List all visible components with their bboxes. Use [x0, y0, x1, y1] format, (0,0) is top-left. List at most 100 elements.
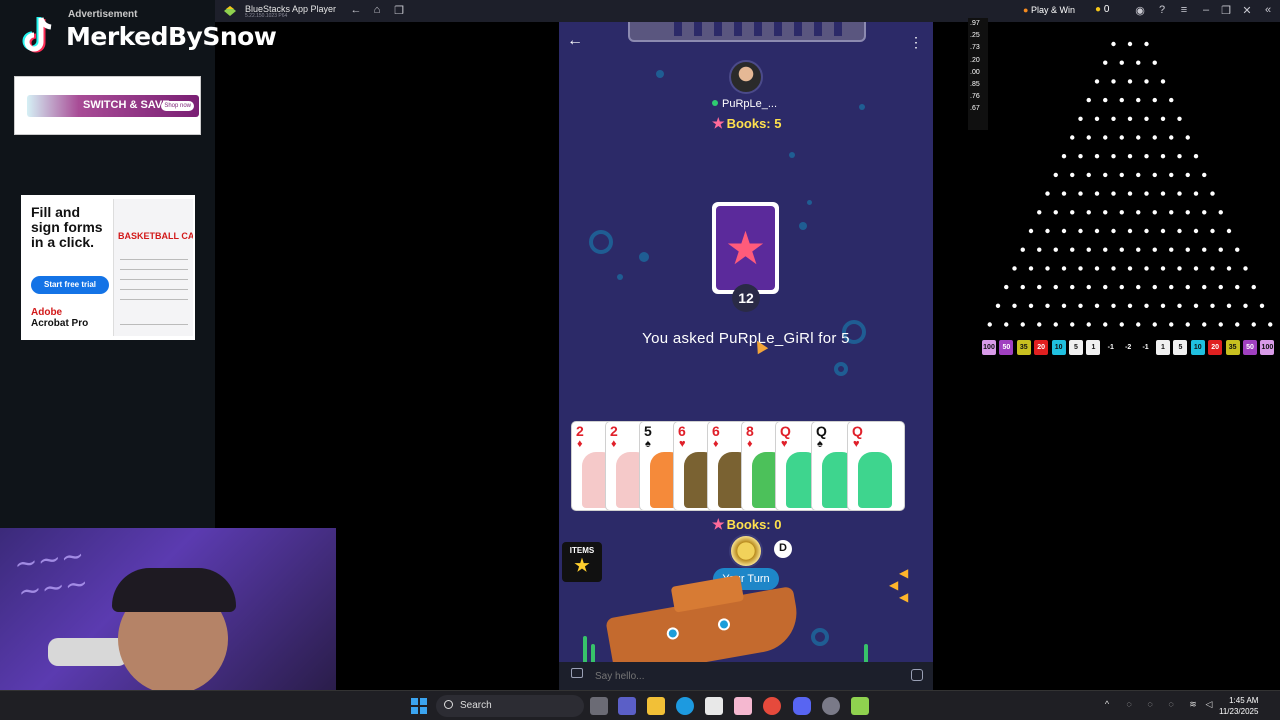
go-fish-game-screen: ← ⋮ PuRpLe_... ★ Books: 5 ★ 12 You asked … [559, 22, 933, 690]
sticker-icon[interactable] [911, 669, 923, 681]
draw-pile[interactable]: ★ [712, 202, 779, 294]
plinko-peg [1169, 135, 1174, 140]
hamburger-menu-icon[interactable]: ≡ [1177, 4, 1191, 16]
hand-card[interactable]: Q ♥ [847, 421, 905, 511]
card-rank: 6 [712, 423, 720, 439]
plinko-peg [1210, 191, 1215, 196]
obs-icon[interactable] [822, 697, 840, 715]
file-explorer-icon[interactable] [647, 697, 665, 715]
plinko-slot: 35 [1016, 340, 1031, 355]
wifi-icon[interactable]: ≋ [1187, 699, 1199, 711]
discord-icon[interactable] [793, 697, 811, 715]
plinko-peg [1218, 322, 1223, 327]
plinko-peg [1078, 266, 1083, 271]
player-avatar[interactable] [729, 534, 763, 568]
taskbar-search[interactable]: Search [436, 695, 584, 717]
plinko-peg [1094, 116, 1100, 122]
headphones-image [112, 568, 236, 612]
plinko-peg [1160, 154, 1166, 159]
plinko-peg [1160, 116, 1166, 122]
play-win-button[interactable]: ● Play & Win [1023, 5, 1075, 15]
system-clock[interactable]: 1:45 AM 11/23/2025 [1219, 695, 1258, 717]
tray-app-icon[interactable]: ◌ [1144, 699, 1156, 711]
plinko-peg [1053, 284, 1058, 290]
plinko-peg [1152, 247, 1157, 252]
plinko-peg [1119, 97, 1124, 103]
plinko-peg [1202, 322, 1207, 327]
plinko-peg [1268, 322, 1273, 327]
minimize-icon[interactable]: – [1199, 4, 1213, 16]
bluestacks-taskbar-icon[interactable] [851, 697, 869, 715]
plinko-peg [1070, 247, 1075, 252]
ad1-shop-button[interactable]: Shop now [161, 101, 194, 111]
plinko-peg [1070, 135, 1075, 140]
start-free-trial-button[interactable]: Start free trial [31, 276, 109, 294]
adobe-brand-line1: Adobe [31, 307, 63, 318]
plinko-slot: 50 [999, 340, 1014, 355]
plinko-peg [1119, 247, 1124, 252]
plinko-peg [1160, 79, 1166, 84]
fish-icon: ◀ [899, 590, 909, 604]
plinko-peg [1226, 228, 1232, 234]
plinko-peg [1012, 303, 1017, 308]
task-view-icon[interactable] [590, 697, 608, 715]
player-hand: 2 ♦ 2 ♦ 5 ♠ 6 ♥ 6 ♦ 8 ♦ Q ♥ Q ♠ Q ♥ [571, 421, 921, 511]
help-icon[interactable]: ? [1155, 4, 1169, 16]
close-icon[interactable]: ✕ [1240, 4, 1254, 17]
plinko-peg [1177, 191, 1182, 196]
ad-banner-switch-save[interactable]: SWITCH & SAVE Shop now [14, 76, 201, 135]
tiktok-logo-icon [22, 17, 52, 53]
plinko-peg [1210, 303, 1215, 308]
plinko-peg [1094, 154, 1100, 159]
items-button[interactable]: ITEMS ★ [562, 542, 602, 582]
plinko-peg [1111, 116, 1116, 122]
store-icon[interactable] [705, 697, 723, 715]
plinko-peg [1193, 154, 1199, 159]
restore-icon[interactable]: ❐ [1219, 4, 1233, 17]
advertisement-label: Advertisement [68, 9, 138, 20]
sidebar-collapse-icon[interactable]: « [1261, 4, 1275, 16]
opponent-avatar[interactable] [729, 60, 763, 94]
plinko-peg [1136, 172, 1141, 178]
edge-icon[interactable] [676, 697, 694, 715]
plinko-peg [1202, 247, 1207, 252]
plinko-peg [1004, 322, 1009, 327]
plinko-peg [1103, 322, 1108, 327]
plinko-peg [1144, 303, 1149, 308]
volume-icon[interactable]: ◁ [1203, 699, 1215, 711]
taskbar-search-label: Search [460, 700, 492, 711]
pinned-app-icon[interactable] [734, 697, 752, 715]
more-options-icon[interactable]: ⋮ [909, 34, 923, 51]
plinko-peg [1160, 266, 1166, 271]
plinko-peg [1094, 228, 1100, 234]
plinko-peg [1078, 154, 1083, 159]
back-arrow-icon[interactable]: ← [349, 4, 363, 16]
tray-app-icon[interactable]: ◌ [1123, 699, 1135, 711]
plinko-peg [1070, 172, 1075, 178]
plinko-peg [1210, 266, 1215, 271]
plinko-peg [1136, 247, 1141, 252]
plinko-peg [1111, 154, 1116, 159]
account-avatar-icon[interactable]: ◉ [1133, 4, 1147, 17]
card-creature-art [858, 452, 892, 508]
windows-start-icon[interactable] [411, 698, 427, 714]
back-arrow-icon[interactable]: ← [567, 32, 583, 50]
home-icon[interactable]: ⌂ [370, 4, 384, 16]
tray-app-icon[interactable]: ◌ [1165, 699, 1177, 711]
plinko-peg [1243, 303, 1248, 308]
tray-overflow-icon[interactable]: ^ [1101, 699, 1113, 711]
chat-input[interactable] [595, 667, 895, 685]
plinko-peg [1177, 266, 1182, 271]
plinko-peg [1169, 210, 1174, 215]
coin-balance[interactable]: ● 0 [1095, 4, 1109, 15]
chat-bar [559, 662, 933, 690]
teams-icon[interactable] [618, 697, 636, 715]
plinko-peg [1169, 247, 1174, 252]
plinko-peg [1193, 228, 1199, 234]
plinko-peg [1111, 303, 1116, 308]
ad-banner-adobe[interactable]: Fill and sign forms in a click. Start fr… [21, 195, 195, 340]
multi-window-icon[interactable]: ❐ [392, 4, 406, 17]
plinko-peg [1061, 228, 1067, 234]
plinko-slot: 10 [1051, 340, 1066, 355]
copilot-icon[interactable] [763, 697, 781, 715]
